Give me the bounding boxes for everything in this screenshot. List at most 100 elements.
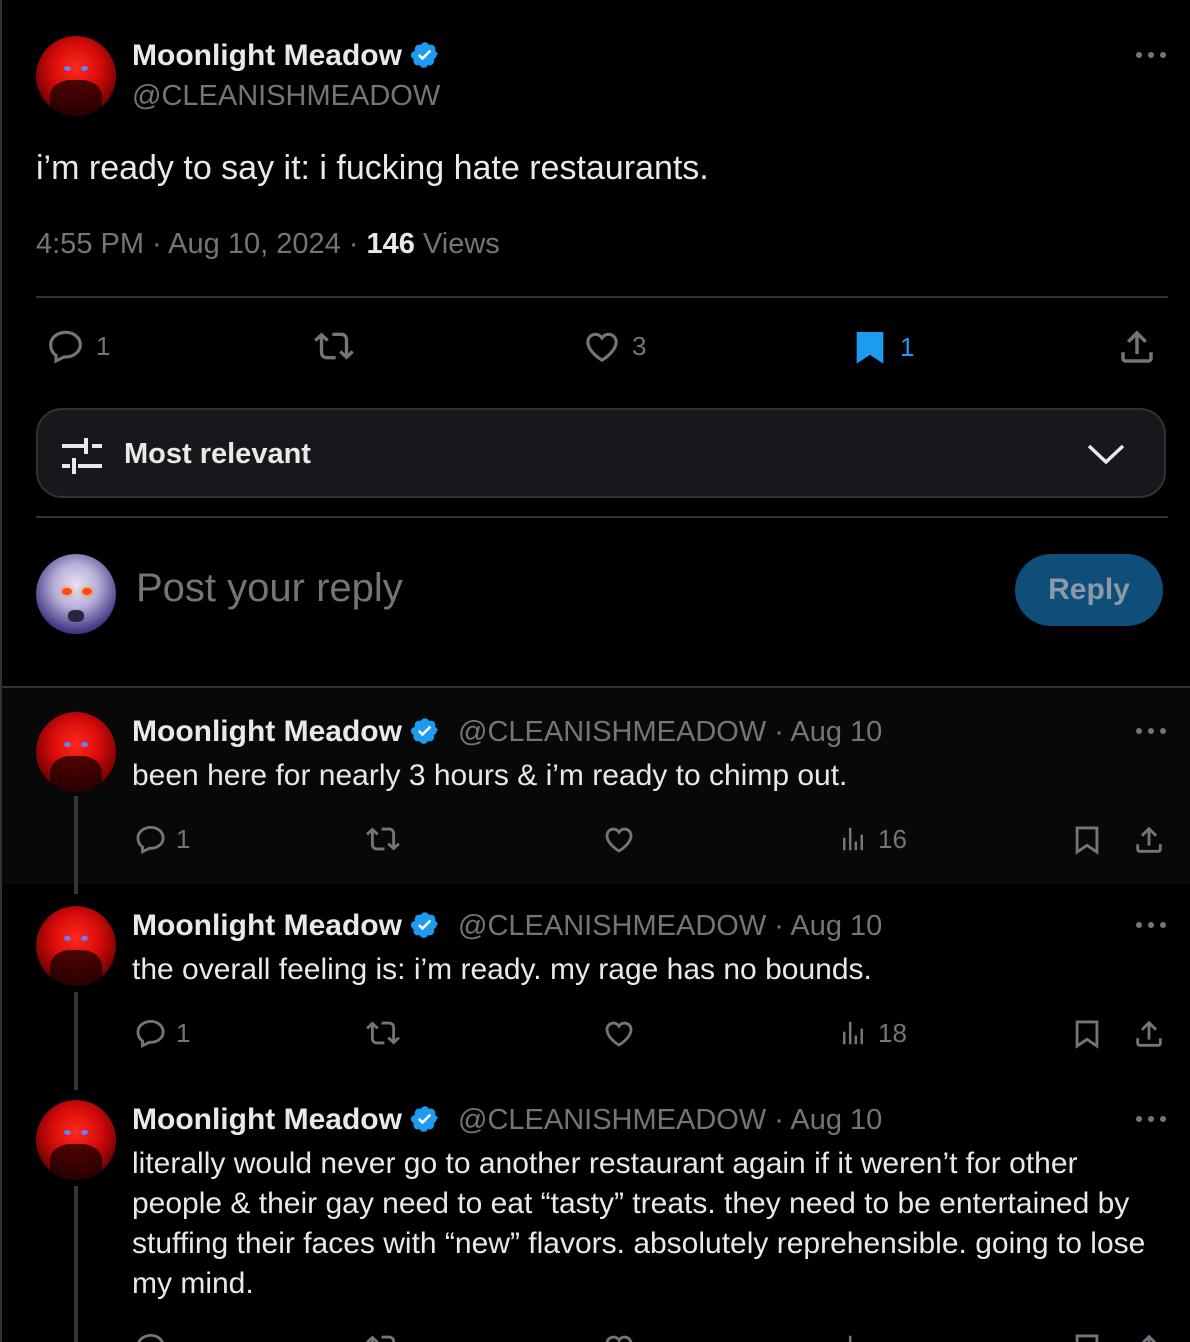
- author-avatar[interactable]: [36, 712, 116, 792]
- divider: [36, 516, 1168, 518]
- like-icon: [586, 332, 618, 362]
- divider: [36, 296, 1168, 298]
- chevron-down-icon: [1087, 444, 1125, 465]
- reply-action[interactable]: 1: [134, 822, 190, 856]
- like-action[interactable]: [602, 1330, 636, 1342]
- tweet-date[interactable]: Aug 10, 2024: [168, 228, 341, 260]
- author-name[interactable]: Moonlight Meadow: [132, 38, 440, 74]
- sort-replies-dropdown[interactable]: Most relevant: [36, 408, 1166, 498]
- bookmark-action[interactable]: 1: [850, 326, 914, 368]
- views-count: 16: [878, 823, 907, 854]
- views-count: 146: [366, 228, 415, 260]
- bookmark-icon: [1075, 1334, 1099, 1342]
- bookmark-action[interactable]: [1070, 1330, 1104, 1342]
- reply-tweet[interactable]: Moonlight Meadow @CLEANISHMEADOW · Aug 1…: [2, 1078, 1190, 1342]
- author-name-text[interactable]: Moonlight Meadow: [132, 909, 402, 942]
- reply-count: 1: [176, 823, 191, 854]
- verified-badge-icon: [410, 1106, 438, 1132]
- retweet-icon: [366, 827, 400, 851]
- author-name[interactable]: Moonlight Meadow: [132, 714, 440, 750]
- thread-line: [74, 884, 78, 894]
- reply-action[interactable]: 1: [46, 326, 110, 366]
- reply-button[interactable]: Reply: [1015, 554, 1163, 626]
- author-name[interactable]: Moonlight Meadow: [132, 1102, 440, 1138]
- share-icon: [1121, 330, 1153, 363]
- like-icon: [605, 1021, 633, 1047]
- reply-icon: [136, 825, 165, 855]
- tweet-time[interactable]: 4:55 PM: [36, 228, 144, 260]
- reply-count: 1: [96, 330, 111, 361]
- share-icon: [1141, 1334, 1157, 1342]
- thread-line: [74, 796, 78, 884]
- retweet-action[interactable]: [364, 1330, 402, 1342]
- share-icon: [1136, 1020, 1162, 1047]
- reply-tweet[interactable]: Moonlight Meadow @CLEANISHMEADOW · Aug 1…: [2, 884, 1190, 1078]
- views-action[interactable]: 16: [838, 822, 907, 856]
- verified-badge-icon: [410, 718, 438, 744]
- tweet-text: i’m ready to say it: i fucking hate rest…: [36, 149, 709, 187]
- retweet-icon: [314, 332, 354, 360]
- thread-line: [74, 1078, 78, 1090]
- reply-icon: [49, 330, 82, 364]
- retweet-action[interactable]: [312, 326, 356, 366]
- author-handle[interactable]: @CLEANISHMEADOW: [132, 78, 440, 114]
- views-action[interactable]: 18: [838, 1016, 907, 1050]
- author-name-text[interactable]: Moonlight Meadow: [132, 715, 402, 748]
- reply-input[interactable]: Post your reply: [136, 566, 403, 611]
- views-action[interactable]: [838, 1330, 868, 1342]
- views-icon: [843, 827, 863, 851]
- author-name-text[interactable]: Moonlight Meadow: [132, 39, 402, 72]
- share-action[interactable]: [1132, 1016, 1166, 1052]
- sliders-icon: [62, 438, 102, 474]
- author-handle-date[interactable]: @CLEANISHMEADOW · Aug 10: [458, 908, 882, 944]
- reply-action[interactable]: 1: [134, 1016, 190, 1050]
- author-name[interactable]: Moonlight Meadow: [132, 908, 440, 944]
- share-action[interactable]: [1116, 326, 1158, 368]
- author-avatar[interactable]: [36, 1100, 116, 1180]
- share-action[interactable]: [1132, 822, 1166, 858]
- retweet-icon: [366, 1021, 400, 1045]
- author-name-text[interactable]: Moonlight Meadow: [132, 1103, 402, 1136]
- reply-action[interactable]: [134, 1330, 168, 1342]
- more-icon[interactable]: [1134, 1114, 1168, 1124]
- reply-icon: [136, 1019, 165, 1049]
- reply-icon: [137, 1333, 164, 1342]
- like-icon: [605, 827, 633, 853]
- reply-tweet[interactable]: Moonlight Meadow @CLEANISHMEADOW · Aug 1…: [2, 688, 1190, 884]
- reply-text: literally would never go to another rest…: [132, 1147, 1146, 1300]
- more-icon[interactable]: [1134, 726, 1168, 736]
- views-count: 18: [878, 1017, 907, 1048]
- like-action[interactable]: 3: [582, 326, 646, 366]
- author-avatar[interactable]: [36, 36, 116, 116]
- verified-badge-icon: [410, 42, 438, 68]
- author-handle-date[interactable]: @CLEANISHMEADOW · Aug 10: [458, 1102, 882, 1138]
- like-action[interactable]: [602, 1016, 636, 1050]
- author-handle-date[interactable]: @CLEANISHMEADOW · Aug 10: [458, 714, 882, 750]
- reply-text: the overall feeling is: i’m ready. my ra…: [132, 953, 872, 986]
- reply-text: been here for nearly 3 hours & i’m ready…: [132, 759, 848, 792]
- tweet-detail-view: Moonlight Meadow @CLEANISHMEADOW i’m rea…: [0, 0, 1190, 1342]
- share-action[interactable]: [1132, 1330, 1166, 1342]
- tweet-meta: 4:55 PM · Aug 10, 2024 · 146 Views: [36, 228, 500, 260]
- bookmark-count: 1: [900, 331, 915, 362]
- retweet-action[interactable]: [364, 822, 402, 856]
- bookmark-action[interactable]: [1070, 822, 1104, 858]
- thread-line: [74, 1186, 78, 1342]
- author-avatar[interactable]: [36, 906, 116, 986]
- share-icon: [1136, 826, 1162, 853]
- like-icon: [605, 1335, 633, 1342]
- retweet-action[interactable]: [364, 1016, 402, 1050]
- bookmark-icon: [856, 332, 884, 364]
- views-icon: [848, 1335, 852, 1342]
- bookmark-action[interactable]: [1070, 1016, 1104, 1052]
- more-icon[interactable]: [1134, 50, 1168, 60]
- current-user-avatar[interactable]: [36, 554, 116, 634]
- views-label: Views: [422, 228, 500, 260]
- bookmark-icon: [1075, 826, 1099, 855]
- bookmark-icon: [1075, 1020, 1099, 1049]
- like-count: 3: [632, 330, 647, 361]
- more-icon[interactable]: [1134, 920, 1168, 930]
- thread-line: [74, 992, 78, 1078]
- like-action[interactable]: [602, 822, 636, 856]
- sort-label: Most relevant: [124, 438, 311, 470]
